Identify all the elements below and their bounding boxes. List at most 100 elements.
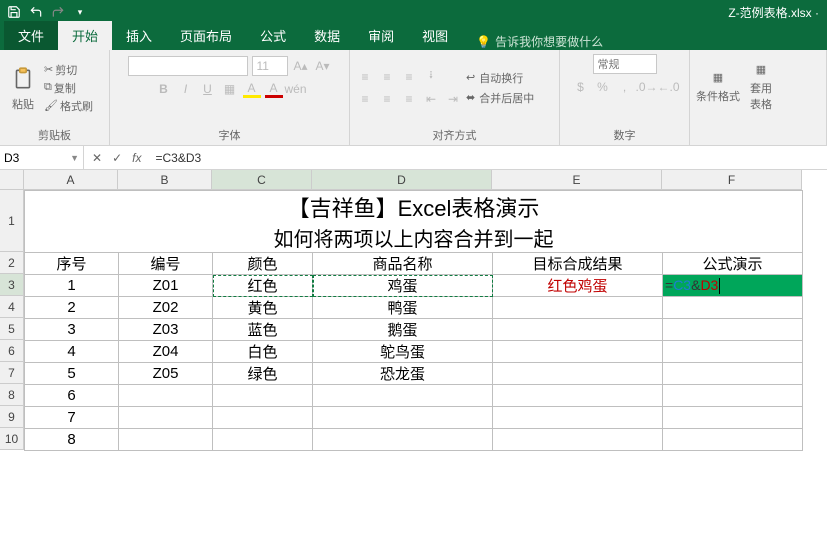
- col-header-C[interactable]: C: [212, 170, 312, 190]
- italic-button[interactable]: I: [177, 80, 195, 98]
- cell-F4[interactable]: [663, 297, 803, 319]
- cell-B6[interactable]: Z04: [119, 341, 213, 363]
- paste-button[interactable]: 粘贴: [6, 64, 40, 112]
- cell-C5[interactable]: 蓝色: [213, 319, 313, 341]
- undo-icon[interactable]: [28, 4, 44, 20]
- header-cell-A[interactable]: 序号: [25, 253, 119, 275]
- align-middle-icon[interactable]: ≡: [378, 68, 396, 86]
- row-header-9[interactable]: 9: [0, 406, 24, 428]
- cell-C10[interactable]: [213, 429, 313, 451]
- tab-formulas[interactable]: 公式: [246, 21, 300, 50]
- col-header-E[interactable]: E: [492, 170, 662, 190]
- cell-E4[interactable]: [493, 297, 663, 319]
- insert-function-icon[interactable]: fx: [132, 151, 141, 165]
- qat-dropdown-icon[interactable]: ▾: [72, 4, 88, 20]
- cell-C9[interactable]: [213, 407, 313, 429]
- cell-E8[interactable]: [493, 385, 663, 407]
- percent-icon[interactable]: %: [594, 78, 612, 96]
- decrease-decimal-icon[interactable]: ←.0: [660, 78, 678, 96]
- font-name-combo[interactable]: [128, 56, 248, 76]
- number-format-combo[interactable]: 常规: [593, 54, 657, 74]
- cell-C3[interactable]: 红色: [213, 275, 313, 297]
- cell-F3[interactable]: =C3&D3: [663, 275, 803, 297]
- bold-button[interactable]: B: [155, 80, 173, 98]
- cell-C4[interactable]: 黄色: [213, 297, 313, 319]
- cut-button[interactable]: ✂剪切: [44, 62, 93, 78]
- cancel-formula-icon[interactable]: ✕: [92, 151, 102, 165]
- row-header-7[interactable]: 7: [0, 362, 24, 384]
- row-header-6[interactable]: 6: [0, 340, 24, 362]
- col-header-F[interactable]: F: [662, 170, 802, 190]
- increase-decimal-icon[interactable]: .0→: [638, 78, 656, 96]
- enter-formula-icon[interactable]: ✓: [112, 151, 122, 165]
- formula-input[interactable]: =C3&D3: [149, 151, 827, 165]
- tab-review[interactable]: 审阅: [354, 21, 408, 50]
- tab-home[interactable]: 开始: [58, 21, 112, 50]
- cell-F9[interactable]: [663, 407, 803, 429]
- cell-A4[interactable]: 2: [25, 297, 119, 319]
- cell-A7[interactable]: 5: [25, 363, 119, 385]
- font-color-button[interactable]: A: [265, 80, 283, 98]
- cell-E3[interactable]: 红色鸡蛋: [493, 275, 663, 297]
- header-cell-B[interactable]: 编号: [119, 253, 213, 275]
- tab-insert[interactable]: 插入: [112, 21, 166, 50]
- cell-F6[interactable]: [663, 341, 803, 363]
- save-icon[interactable]: [6, 4, 22, 20]
- format-painter-button[interactable]: 🖌格式刷: [44, 98, 93, 114]
- cell-A10[interactable]: 8: [25, 429, 119, 451]
- tab-layout[interactable]: 页面布局: [166, 21, 246, 50]
- cell-B10[interactable]: [119, 429, 213, 451]
- currency-icon[interactable]: $: [572, 78, 590, 96]
- fill-color-button[interactable]: A: [243, 80, 261, 98]
- align-top-icon[interactable]: ≡: [356, 68, 374, 86]
- tab-data[interactable]: 数据: [300, 21, 354, 50]
- cell-A9[interactable]: 7: [25, 407, 119, 429]
- border-button[interactable]: ▦: [221, 80, 239, 98]
- cell-C8[interactable]: [213, 385, 313, 407]
- cell-B4[interactable]: Z02: [119, 297, 213, 319]
- row-header-10[interactable]: 10: [0, 428, 24, 450]
- row-header-2[interactable]: 2: [0, 252, 24, 274]
- indent-increase-icon[interactable]: ⇥: [444, 90, 462, 108]
- align-right-icon[interactable]: ≡: [400, 90, 418, 108]
- col-header-A[interactable]: A: [24, 170, 118, 190]
- cell-F10[interactable]: [663, 429, 803, 451]
- cell-F5[interactable]: [663, 319, 803, 341]
- tab-file[interactable]: 文件: [4, 21, 58, 50]
- align-left-icon[interactable]: ≡: [356, 90, 374, 108]
- row-header-3[interactable]: 3: [0, 274, 24, 296]
- col-header-B[interactable]: B: [118, 170, 212, 190]
- cell-E7[interactable]: [493, 363, 663, 385]
- cell-D5[interactable]: 鹅蛋: [313, 319, 493, 341]
- align-center-icon[interactable]: ≡: [378, 90, 396, 108]
- format-as-table-button[interactable]: ▦套用 表格: [750, 63, 772, 112]
- wrap-text-button[interactable]: ↩自动换行: [466, 70, 534, 86]
- cell-editor[interactable]: =C3&D3: [663, 277, 802, 294]
- header-cell-D[interactable]: 商品名称: [313, 253, 493, 275]
- cell-C7[interactable]: 绿色: [213, 363, 313, 385]
- row-header-5[interactable]: 5: [0, 318, 24, 340]
- copy-button[interactable]: ⧉复制: [44, 80, 93, 96]
- name-box[interactable]: D3▼: [0, 146, 84, 169]
- orientation-icon[interactable]: ⭭: [422, 68, 440, 86]
- cell-D9[interactable]: [313, 407, 493, 429]
- cell-D7[interactable]: 恐龙蛋: [313, 363, 493, 385]
- comma-icon[interactable]: ,: [616, 78, 634, 96]
- cell-B9[interactable]: [119, 407, 213, 429]
- cell-D6[interactable]: 鸵鸟蛋: [313, 341, 493, 363]
- align-bottom-icon[interactable]: ≡: [400, 68, 418, 86]
- cell-D4[interactable]: 鸭蛋: [313, 297, 493, 319]
- cell-C6[interactable]: 白色: [213, 341, 313, 363]
- cell-E5[interactable]: [493, 319, 663, 341]
- cell-E10[interactable]: [493, 429, 663, 451]
- cell-D3[interactable]: 鸡蛋: [313, 275, 493, 297]
- cell-F7[interactable]: [663, 363, 803, 385]
- indent-decrease-icon[interactable]: ⇤: [422, 90, 440, 108]
- increase-font-icon[interactable]: A▴: [292, 57, 310, 75]
- cell-A8[interactable]: 6: [25, 385, 119, 407]
- cell-D8[interactable]: [313, 385, 493, 407]
- font-size-combo[interactable]: 11: [252, 56, 288, 76]
- merge-center-button[interactable]: ⬌合并后居中: [466, 90, 534, 106]
- phonetic-button[interactable]: wén: [287, 80, 305, 98]
- decrease-font-icon[interactable]: A▾: [314, 57, 332, 75]
